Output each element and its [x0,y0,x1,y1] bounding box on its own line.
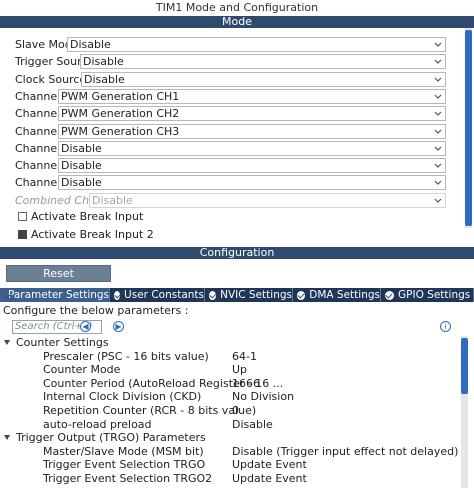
param-value[interactable]: 64-1 [232,350,257,364]
chevron-down-icon [434,129,442,134]
checkbox-activate-break-input-2[interactable]: Activate Break Input 2 [18,226,154,242]
mode-row-clock-source: Clock Source Disable [0,71,450,88]
tab-nvic-settings[interactable]: NVIC Settings [205,288,293,302]
checkbox-box[interactable] [18,229,27,239]
info-icon[interactable]: i [440,321,451,332]
checkbox-label: Activate Break Input 2 [31,227,154,241]
param-name: Repetition Counter (RCR - 8 bits value) [43,404,257,417]
param-name: Master/Slave Mode (MSM bit) [43,444,204,458]
tab-label: User Constants [124,289,204,301]
tab-label: NVIC Settings [220,289,292,301]
mode-panel: Slave Mode Disable Trigger Source Disable Cl… [0,28,474,242]
group-name: Counter Settings [16,336,109,349]
tree-param[interactable]: Trigger Event Selection TRGO Update Event [0,458,460,472]
group-name: Trigger Output (TRGO) Parameters [16,431,206,445]
mode-row-channel3: Channel3 PWM Generation CH3 [0,123,450,140]
mode-header: Mode [0,16,474,28]
mode-row-combined-channels: Combined Channels Disable [0,192,450,209]
tree-group[interactable]: Counter Settings [0,336,460,350]
param-value[interactable]: 0 [232,404,239,418]
configuration-header: Configuration [0,247,474,259]
param-name: Internal Clock Division (CKD) [43,390,202,404]
tree-param[interactable]: auto-reload preload Disable [0,418,460,432]
checkbox-box[interactable] [18,211,27,221]
mode-row-channel4: Channel4 Disable [0,140,450,157]
chevron-down-icon[interactable] [4,340,10,345]
tree-param[interactable]: Repetition Counter (RCR - 8 bits value) 0 [0,404,460,418]
config-tabs: Parameter Settings User Constants NVIC Set… [0,288,474,302]
mode-select-clock-source[interactable]: Disable [81,71,446,87]
mode-label-clock-source: Clock Source [15,72,87,86]
tab-dma-settings[interactable]: DMA Settings [293,288,381,302]
param-scrollbar[interactable] [461,336,468,488]
chevron-down-icon [434,198,442,203]
check-circle-icon [114,290,121,300]
tab-label: Parameter Settings [8,289,110,301]
chevron-down-icon [434,94,442,99]
mode-scroll-thumb[interactable] [465,30,472,226]
tree-param[interactable]: Trigger Event Selection TRGO2 Update Even… [0,472,460,486]
param-name: Counter Mode [43,363,121,377]
tree-param[interactable]: Prescaler (PSC - 16 bits value) 64-1 [0,350,460,364]
mode-select-trigger-source[interactable]: Disable [80,54,446,70]
mode-select-combined-channels: Disable [89,192,446,208]
mode-row-channel2: Channel2 PWM Generation CH2 [0,105,450,122]
checkbox-label: Activate Break Input [31,209,144,223]
chevron-down-icon[interactable] [4,435,10,441]
mode-scrollbar[interactable] [465,28,472,228]
tree-param[interactable]: Counter Mode Up [0,363,460,377]
tree-param[interactable]: Counter Period (AutoReload Register - 16… [0,377,460,391]
tab-label: GPIO Settings [398,289,471,301]
param-value[interactable]: 1666 [232,377,260,391]
chevron-down-icon [434,163,442,168]
tab-user-constants[interactable]: User Constants [110,288,205,302]
tab-label: DMA Settings [309,289,380,301]
param-value[interactable]: Update Event [232,472,307,486]
reset-configuration-button[interactable]: Reset Configuration [6,265,111,295]
chevron-down-icon [434,146,442,151]
tree-group[interactable]: Trigger Output (TRGO) Parameters [0,431,460,445]
param-value[interactable]: Update Event [232,458,307,472]
tree-param[interactable]: Internal Clock Division (CKD) No Division [0,390,460,404]
mode-select-channel5[interactable]: Disable [58,158,446,174]
check-circle-icon [209,290,217,300]
mode-select-channel6[interactable]: Disable [58,175,446,191]
tab-gpio-settings[interactable]: GPIO Settings [381,288,474,302]
param-value[interactable]: Up [232,363,247,377]
mode-select-channel4[interactable]: Disable [58,140,446,156]
chevron-down-icon [434,59,442,65]
mode-select-channel2[interactable]: PWM Generation CH2 [58,106,446,122]
param-value[interactable]: No Division [232,390,294,404]
search-next-icon[interactable]: ▶ [113,321,124,332]
mode-select-channel1[interactable]: PWM Generation CH1 [58,88,446,104]
chevron-down-icon [434,77,442,82]
mode-select-channel3[interactable]: PWM Generation CH3 [58,123,446,139]
checkbox-activate-break-input[interactable]: Activate Break Input [18,208,143,224]
search-prev-icon[interactable]: ◀ [80,321,91,332]
search-row: Search (Ctrl+F) ◀ ▶ i [0,319,474,335]
mode-row-channel5: Channel5 Disable [0,157,450,174]
mode-row-channel1: Channel1 PWM Generation CH1 [0,88,450,105]
check-circle-icon [385,290,394,300]
param-value[interactable]: Disable (Trigger input effect not delaye… [232,445,458,459]
param-name: Prescaler (PSC - 16 bits value) [43,349,209,363]
tree-param[interactable]: Master/Slave Mode (MSM bit) Disable (Trig… [0,445,460,459]
mode-select-slave-mode[interactable]: Disable [67,37,446,52]
configure-hint: Configure the below parameters : [3,304,189,317]
chevron-down-icon [434,111,442,117]
param-scroll-marker [461,376,468,394]
mode-row-channel6: Channel6 Disable [0,174,450,191]
window-title: TIM1 Mode and Configuration [0,0,474,16]
mode-row-slave-mode: Slave Mode Disable [0,36,450,53]
check-circle-icon [297,290,306,300]
param-name: Trigger Event Selection TRGO [43,458,206,472]
param-value[interactable]: Disable [232,418,273,432]
chevron-down-icon [434,42,442,47]
chevron-down-icon [434,180,442,186]
param-name: Trigger Event Selection TRGO2 [43,472,213,485]
param-scroll-thumb[interactable] [461,338,468,378]
mode-row-trigger-source: Trigger Source Disable [0,53,450,70]
param-name: auto-reload preload [43,417,152,431]
tab-parameter-settings[interactable]: Parameter Settings [0,288,110,302]
